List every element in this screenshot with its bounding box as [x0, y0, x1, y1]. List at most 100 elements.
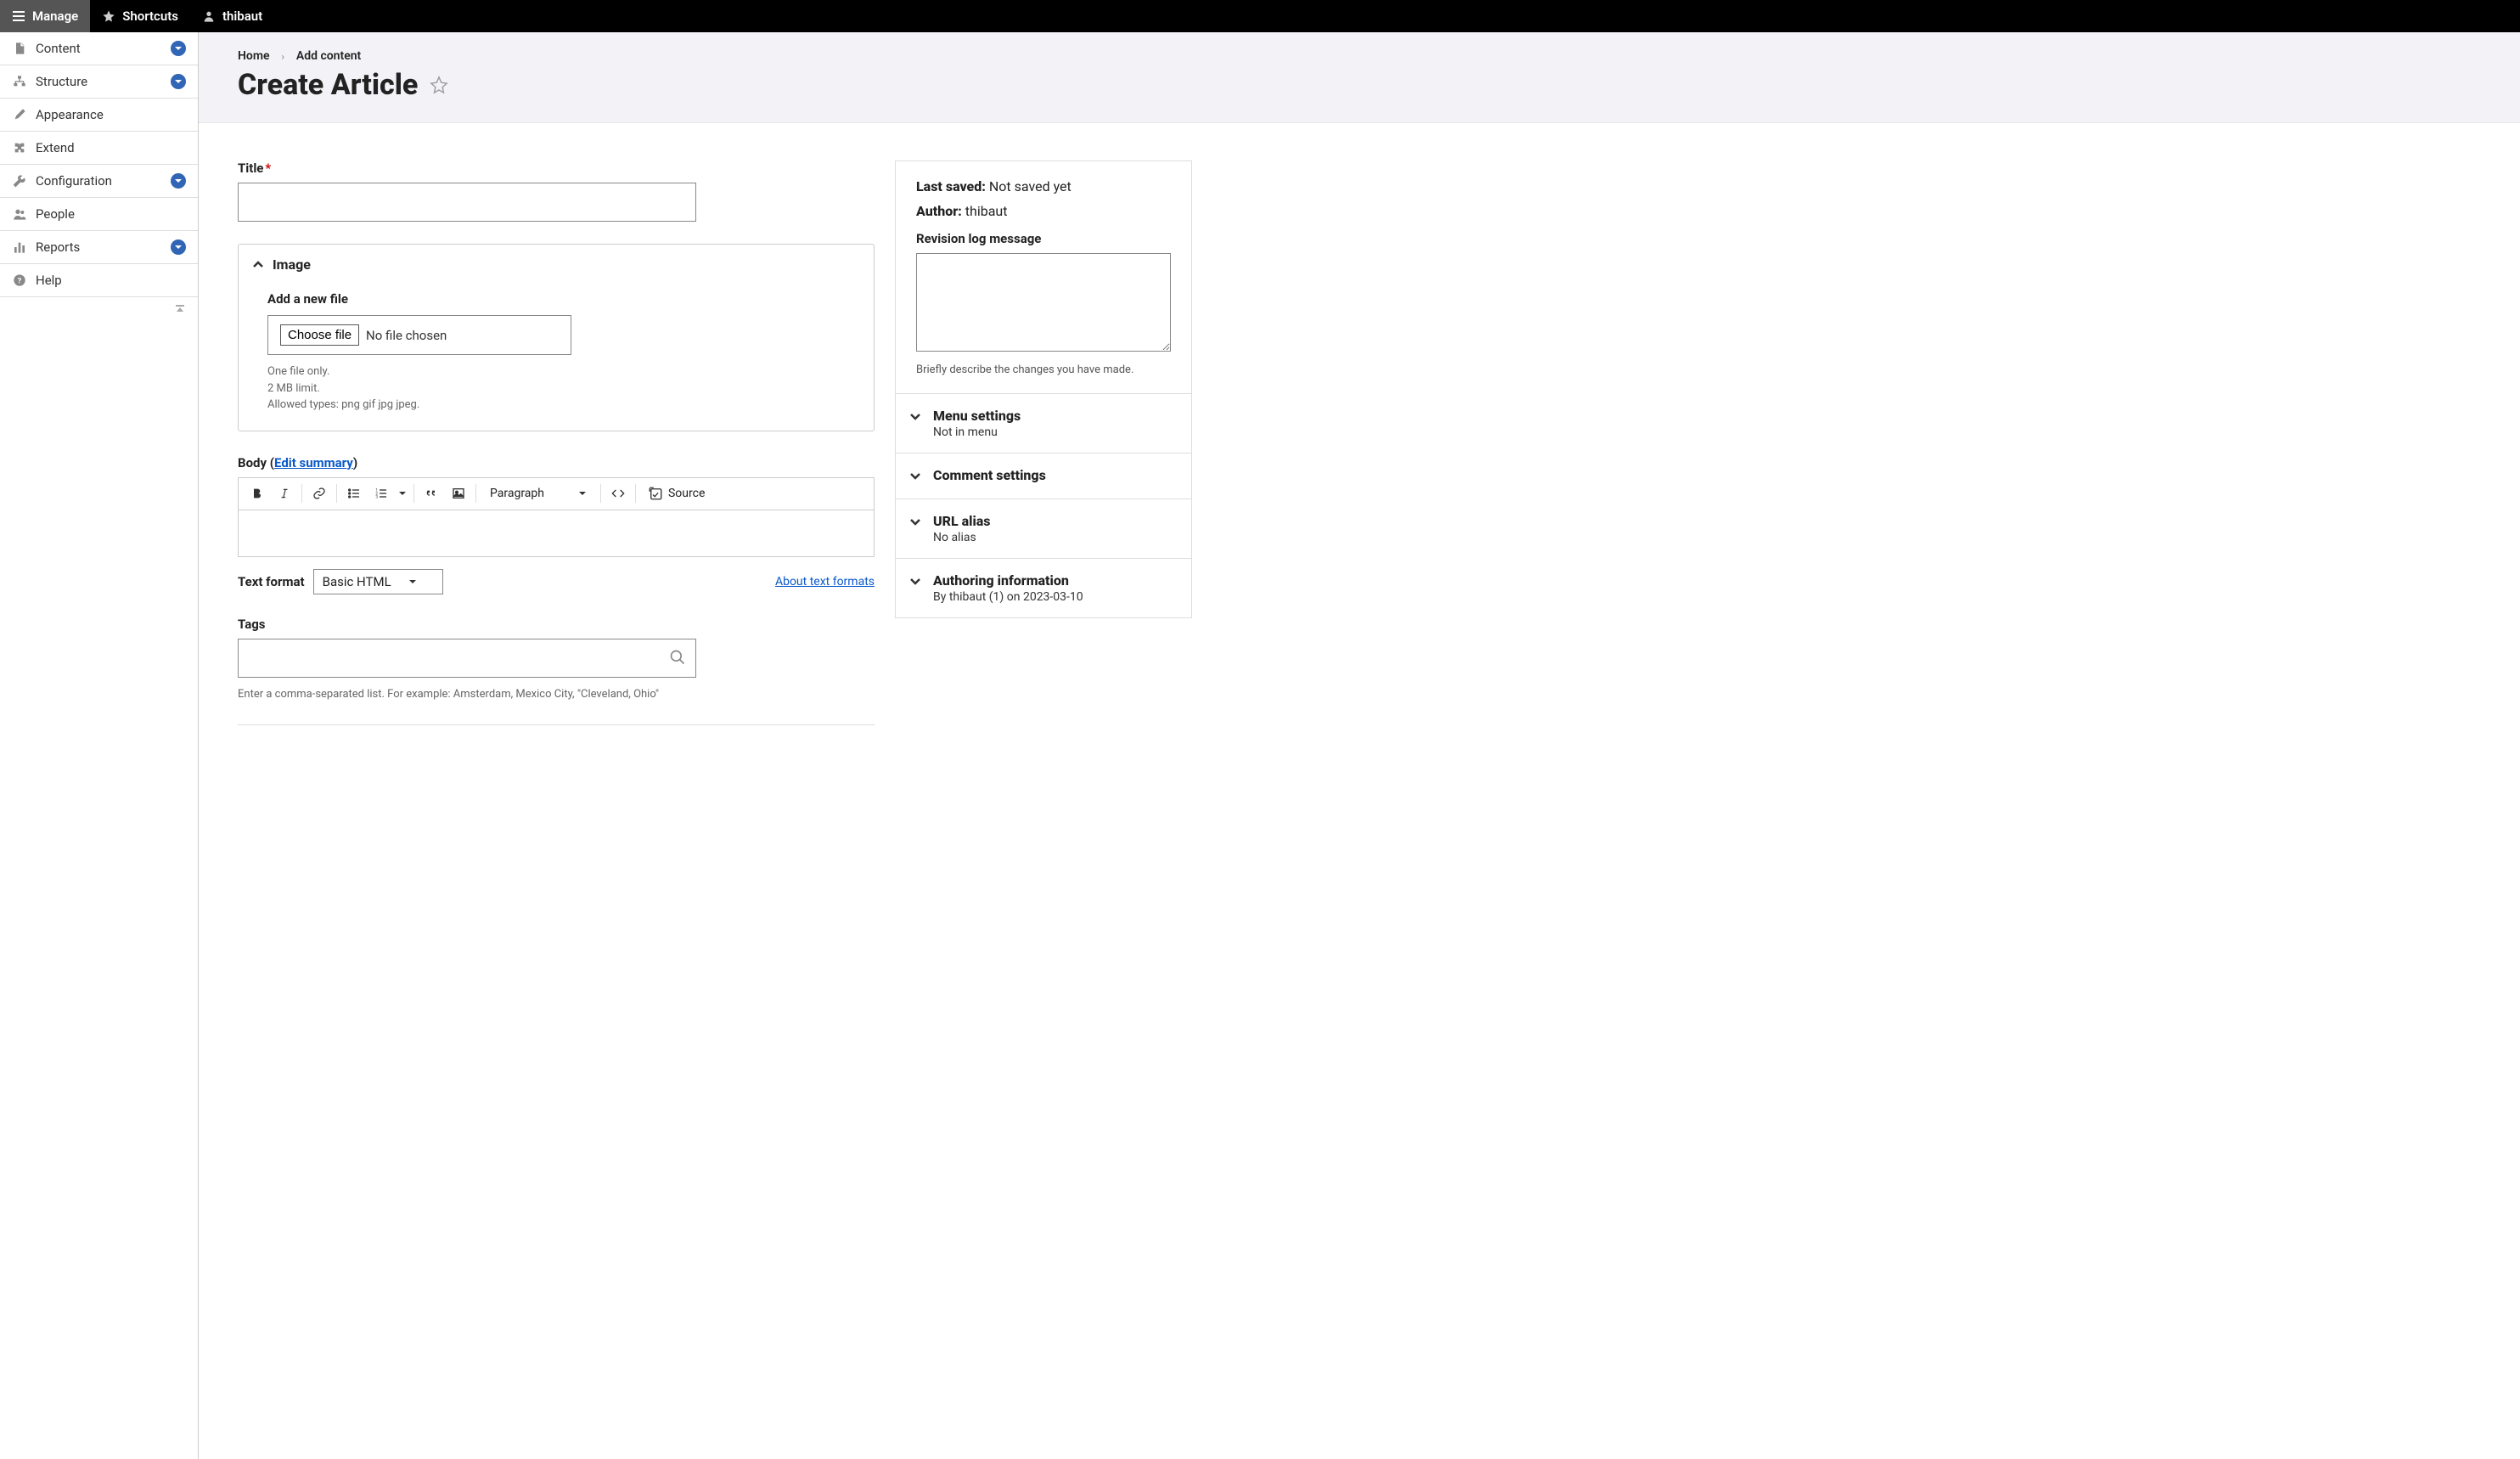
- sidebar-item-structure[interactable]: Structure: [0, 65, 198, 99]
- help-icon: ?: [12, 273, 27, 288]
- edit-summary-link[interactable]: Edit summary: [274, 455, 353, 470]
- toolbar-manage-label: Manage: [32, 8, 78, 24]
- sidebar-item-appearance[interactable]: Appearance: [0, 99, 198, 132]
- chevron-down-icon: [909, 410, 925, 422]
- svg-text:?: ?: [18, 276, 22, 285]
- sidebar-item-configuration[interactable]: Configuration: [0, 165, 198, 198]
- sidebar-item-people[interactable]: People: [0, 198, 198, 231]
- editor-toolbar: 123 Paragraph: [239, 478, 874, 510]
- bar-chart-icon: [12, 239, 27, 255]
- about-text-formats-link[interactable]: About text formats: [775, 575, 875, 589]
- sidebar-item-reports[interactable]: Reports: [0, 231, 198, 264]
- user-icon: [202, 9, 216, 23]
- numbered-list-button[interactable]: 123: [368, 480, 395, 507]
- people-icon: [12, 206, 27, 222]
- tags-label: Tags: [238, 617, 875, 632]
- file-status: No file chosen: [366, 328, 447, 343]
- paragraph-dropdown[interactable]: Paragraph: [480, 487, 597, 500]
- breadcrumb-home[interactable]: Home: [238, 49, 270, 63]
- puzzle-icon: [12, 140, 27, 155]
- toolbar-shortcuts[interactable]: Shortcuts: [90, 0, 190, 32]
- wrench-icon: [12, 173, 27, 189]
- tags-input[interactable]: [238, 639, 696, 678]
- toolbar-user[interactable]: thibaut: [190, 0, 274, 32]
- revision-log-label: Revision log message: [916, 231, 1171, 246]
- italic-button[interactable]: [271, 480, 298, 507]
- title-input[interactable]: [238, 183, 696, 222]
- tags-help: Enter a comma-separated list. For exampl…: [238, 686, 875, 703]
- blockquote-button[interactable]: [418, 480, 445, 507]
- revision-log-textarea[interactable]: [916, 253, 1171, 352]
- chevron-down-icon: [171, 239, 186, 255]
- hierarchy-icon: [12, 74, 27, 89]
- toolbar-shortcuts-label: Shortcuts: [122, 8, 178, 24]
- sidebar-label: Help: [36, 273, 186, 288]
- chevron-up-icon: [252, 259, 264, 271]
- paint-icon: [12, 107, 27, 122]
- accordion-comment-settings[interactable]: Comment settings: [896, 453, 1191, 499]
- chevron-down-icon: [171, 41, 186, 56]
- image-button[interactable]: [445, 480, 472, 507]
- form-aside: Last saved: Not saved yet Author: thibau…: [895, 161, 1192, 725]
- sidebar-collapse[interactable]: [0, 297, 198, 323]
- page-header: Home › Add content Create Article: [199, 32, 2520, 123]
- rich-text-editor: 123 Paragraph: [238, 477, 875, 557]
- separator: [336, 484, 337, 503]
- link-button[interactable]: [306, 480, 333, 507]
- separator: [475, 484, 476, 503]
- list-dropdown-button[interactable]: [395, 480, 410, 507]
- divider: [238, 724, 875, 725]
- breadcrumb-add-content[interactable]: Add content: [296, 49, 361, 63]
- bold-button[interactable]: [244, 480, 271, 507]
- accordion-menu-settings[interactable]: Menu settings Not in menu: [896, 394, 1191, 453]
- accordion-title: URL alias: [933, 513, 1171, 529]
- svg-text:3: 3: [375, 494, 378, 499]
- add-file-label: Add a new file: [267, 291, 845, 307]
- sidebar-item-help[interactable]: ? Help: [0, 264, 198, 297]
- image-details-box: Image Add a new file Choose file No file…: [238, 244, 875, 431]
- sidebar-label: Configuration: [36, 173, 162, 189]
- toolbar-manage[interactable]: Manage: [0, 0, 90, 32]
- last-saved-row: Last saved: Not saved yet: [916, 178, 1171, 194]
- accordion-sub: No alias: [933, 531, 1171, 544]
- admin-toolbar: Manage Shortcuts thibaut: [0, 0, 2520, 32]
- sidebar-label: Appearance: [36, 107, 186, 122]
- bullet-list-button[interactable]: [340, 480, 368, 507]
- accordion-title: Menu settings: [933, 408, 1171, 424]
- image-section-label: Image: [273, 256, 311, 273]
- favorite-star-icon[interactable]: [430, 76, 448, 94]
- chevron-down-icon: [171, 74, 186, 89]
- revision-help: Briefly describe the changes you have ma…: [916, 363, 1171, 376]
- chevron-down-icon: [909, 470, 925, 482]
- separator: [600, 484, 601, 503]
- title-label: Title*: [238, 161, 875, 176]
- breadcrumb: Home › Add content: [238, 49, 2481, 63]
- main-region: Home › Add content Create Article Title*: [199, 32, 2520, 1459]
- chevron-right-icon: ›: [282, 51, 284, 62]
- separator: [301, 484, 302, 503]
- image-details-toggle[interactable]: Image: [239, 245, 874, 284]
- hamburger-icon: [12, 9, 25, 23]
- accordion-title: Comment settings: [933, 467, 1171, 483]
- code-button[interactable]: [605, 480, 632, 507]
- sidebar-label: Structure: [36, 74, 162, 89]
- editor-content-area[interactable]: [239, 510, 874, 556]
- text-format-select[interactable]: Basic HTML: [313, 569, 443, 594]
- choose-file-button[interactable]: Choose file: [280, 324, 359, 346]
- author-row: Author: thibaut: [916, 203, 1171, 219]
- file-input[interactable]: Choose file No file chosen: [267, 315, 571, 355]
- collapse-up-icon: [174, 304, 186, 316]
- toolbar-user-label: thibaut: [222, 8, 262, 24]
- file-help-3: Allowed types: png gif jpg jpeg.: [267, 397, 845, 414]
- accordion-authoring-info[interactable]: Authoring information By thibaut (1) on …: [896, 559, 1191, 617]
- source-button[interactable]: Source: [639, 486, 713, 501]
- search-icon: [669, 649, 686, 666]
- sidebar-item-extend[interactable]: Extend: [0, 132, 198, 165]
- sidebar-item-content[interactable]: Content: [0, 32, 198, 65]
- sidebar-label: People: [36, 206, 186, 222]
- file-help-1: One file only.: [267, 363, 845, 380]
- file-icon: [12, 41, 27, 56]
- accordion-url-alias[interactable]: URL alias No alias: [896, 499, 1191, 559]
- accordion-sub: Not in menu: [933, 425, 1171, 439]
- sidebar-label: Content: [36, 41, 162, 56]
